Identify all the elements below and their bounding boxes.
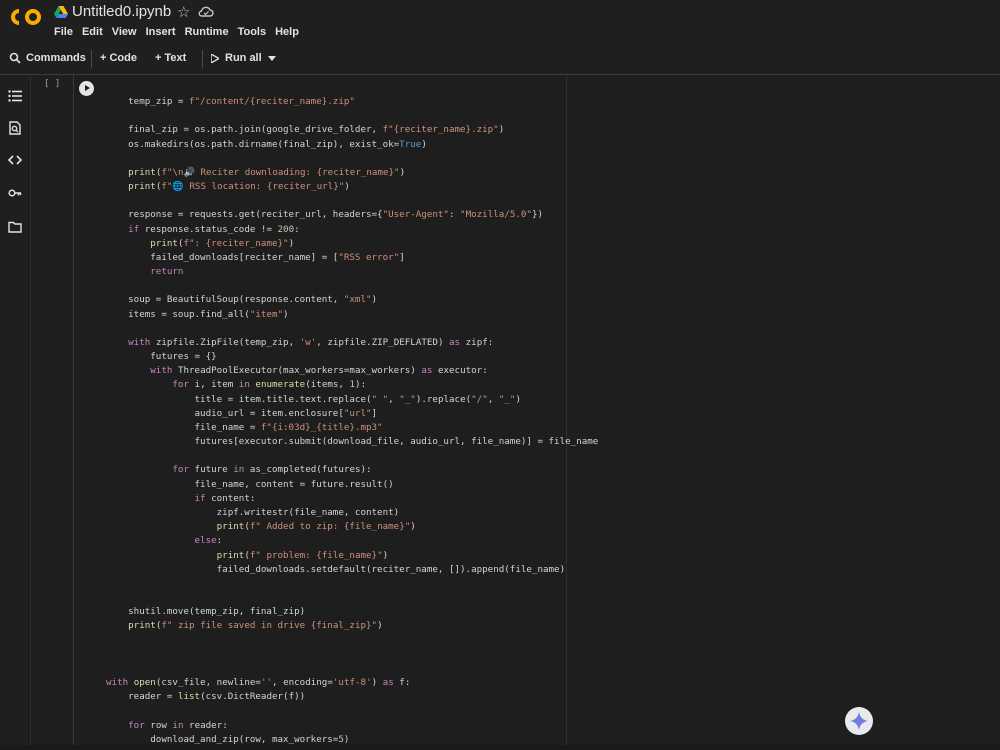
code-line[interactable]: print(f"\n🔊 Reciter downloading: {recite… — [106, 166, 598, 180]
code-line[interactable]: else: — [106, 534, 598, 548]
add-text-button[interactable]: + Text — [155, 52, 186, 64]
horizontal-scrollbar[interactable] — [0, 745, 1000, 750]
code-line[interactable]: futures = {} — [106, 350, 598, 364]
code-line[interactable]: ​ — [106, 449, 598, 463]
files-folder-icon[interactable] — [8, 220, 22, 234]
code-line[interactable]: title = item.title.text.replace(" ", "_"… — [106, 393, 598, 407]
menu-help[interactable]: Help — [275, 26, 299, 38]
run-cell-button[interactable] — [79, 81, 94, 96]
run-all-dropdown[interactable] — [268, 56, 276, 61]
run-all-label: Run all — [225, 52, 262, 64]
code-line[interactable]: failed_downloads[reciter_name] = ["RSS e… — [106, 251, 598, 265]
toolbar: Commands + Code + Text Run all — [0, 44, 1000, 75]
code-line[interactable]: ​ — [106, 648, 598, 662]
drive-icon[interactable] — [54, 6, 68, 18]
add-text-label: + Text — [155, 52, 187, 64]
code-line[interactable]: ​ — [106, 322, 598, 336]
code-line[interactable]: final_zip = os.path.join(google_drive_fo… — [106, 123, 598, 137]
cloud-saved-icon[interactable] — [198, 5, 214, 18]
menu-runtime[interactable]: Runtime — [185, 26, 229, 38]
commands-label: Commands — [26, 52, 86, 64]
code-line[interactable]: failed_downloads.setdefault(reciter_name… — [106, 563, 598, 577]
code-line[interactable]: with zipfile.ZipFile(temp_zip, 'w', zipf… — [106, 336, 598, 350]
left-sidebar — [0, 75, 31, 750]
colab-logo[interactable] — [10, 7, 42, 27]
code-line[interactable]: ​ — [106, 577, 598, 591]
commands-button[interactable]: Commands — [9, 52, 86, 64]
code-line[interactable]: ​ — [106, 109, 598, 123]
execution-count: [ ] — [44, 79, 61, 89]
code-line[interactable]: file_name, content = future.result() — [106, 478, 598, 492]
play-icon — [211, 53, 219, 63]
code-line[interactable]: ​ — [106, 591, 598, 605]
code-line[interactable]: print(f" Added to zip: {file_name}") — [106, 520, 598, 534]
code-line[interactable]: print(f" zip file saved in drive {final_… — [106, 619, 598, 633]
code-line[interactable]: items = soup.find_all("item") — [106, 308, 598, 322]
find-replace-icon[interactable] — [8, 121, 22, 135]
code-line[interactable]: audio_url = item.enclosure["url"] — [106, 407, 598, 421]
code-line[interactable]: ​ — [106, 634, 598, 648]
cell-left-border — [73, 75, 74, 750]
star-icon[interactable]: ☆ — [177, 3, 190, 21]
menu-file[interactable]: File — [54, 26, 73, 38]
code-line[interactable]: ​ — [106, 662, 598, 676]
search-icon — [9, 52, 21, 64]
code-line[interactable]: zipf.writestr(file_name, content) — [106, 506, 598, 520]
code-snippets-icon[interactable] — [8, 153, 22, 167]
add-code-button[interactable]: + Code — [100, 52, 137, 64]
menu-bar: File Edit View Insert Runtime Tools Help — [54, 26, 308, 38]
code-line[interactable]: os.makedirs(os.path.dirname(final_zip), … — [106, 138, 598, 152]
cell-gutter — [31, 75, 73, 750]
secrets-key-icon[interactable] — [8, 186, 22, 200]
toolbar-divider — [202, 50, 203, 68]
code-line[interactable]: if response.status_code != 200: — [106, 223, 598, 237]
menu-view[interactable]: View — [112, 26, 137, 38]
code-line[interactable]: soup = BeautifulSoup(response.content, "… — [106, 293, 598, 307]
code-line[interactable]: temp_zip = f"/content/{reciter_name}.zip… — [106, 95, 598, 109]
run-all-button[interactable]: Run all — [211, 52, 262, 64]
code-line[interactable]: print(f": {reciter_name}") — [106, 237, 598, 251]
code-line[interactable]: file_name = f"{i:03d}_{title}.mp3" — [106, 421, 598, 435]
code-line[interactable]: return — [106, 265, 598, 279]
code-line[interactable]: ​ — [106, 194, 598, 208]
menu-edit[interactable]: Edit — [82, 26, 103, 38]
code-line[interactable]: if content: — [106, 492, 598, 506]
code-line[interactable]: print(f" problem: {file_name}") — [106, 549, 598, 563]
menu-tools[interactable]: Tools — [238, 26, 267, 38]
add-code-label: + Code — [100, 52, 137, 64]
code-line[interactable]: for row in reader: — [106, 719, 598, 733]
notebook-title[interactable]: Untitled0.ipynb — [72, 3, 171, 20]
code-line[interactable]: futures[executor.submit(download_file, a… — [106, 435, 599, 449]
top-bar: Untitled0.ipynb ☆ File Edit View Insert … — [0, 0, 1000, 44]
code-line[interactable]: for future in as_completed(futures): — [106, 463, 598, 477]
code-line[interactable]: ​ — [106, 704, 598, 718]
toolbar-divider — [91, 50, 92, 68]
code-line[interactable]: print(f"🌐 RSS location: {reciter_url}") — [106, 180, 598, 194]
menu-insert[interactable]: Insert — [146, 26, 176, 38]
sparkle-icon — [850, 712, 868, 730]
code-line[interactable]: ​ — [106, 279, 598, 293]
code-line[interactable]: ​ — [106, 152, 598, 166]
table-of-contents-icon[interactable] — [8, 89, 22, 103]
code-line[interactable]: reader = list(csv.DictReader(f)) — [106, 690, 598, 704]
code-line[interactable]: for i, item in enumerate(items, 1): — [106, 378, 598, 392]
code-line[interactable]: with ThreadPoolExecutor(max_workers=max_… — [106, 364, 598, 378]
code-line[interactable]: with open(csv_file, newline='', encoding… — [106, 676, 598, 690]
gemini-button[interactable] — [845, 707, 873, 735]
code-editor[interactable]: temp_zip = f"/content/{reciter_name}.zip… — [106, 95, 598, 747]
caret-down-icon — [268, 56, 276, 61]
code-line[interactable]: shutil.move(temp_zip, final_zip) — [106, 605, 598, 619]
code-line[interactable]: response = requests.get(reciter_url, hea… — [106, 208, 598, 222]
